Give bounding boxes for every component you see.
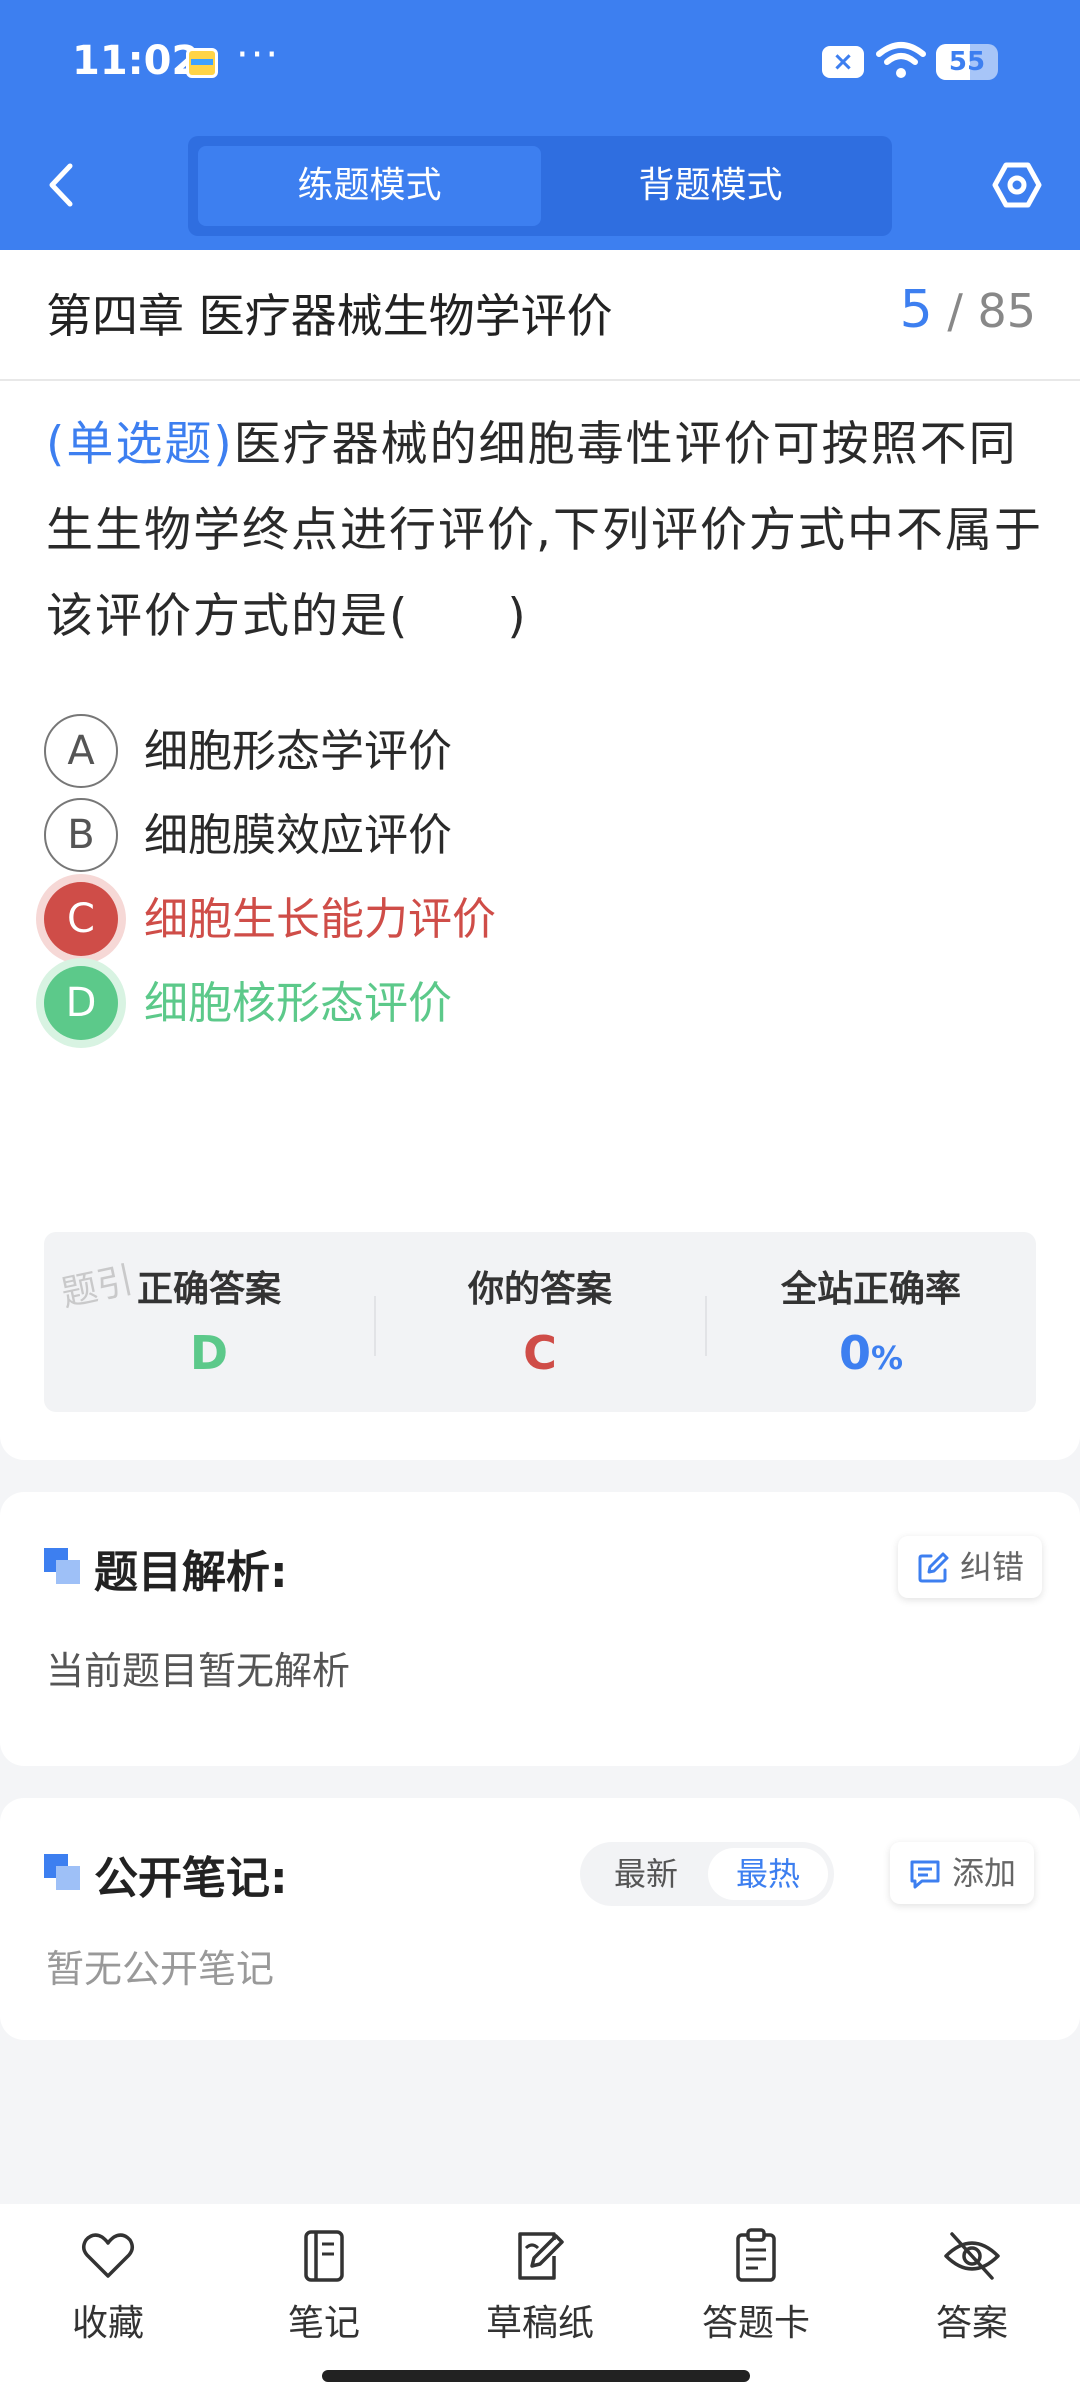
answer-sheet-icon <box>736 2228 776 2282</box>
analysis-title: 题目解析: <box>94 1547 288 1598</box>
notes-sort-toggle: 最新 最热 <box>580 1842 834 1906</box>
site-accuracy-value: 0% <box>838 1326 904 1380</box>
notes-card: 公开笔记: 最新 最热 添加 暂无公开笔记 <box>0 1798 1080 2040</box>
option-letter: D <box>44 966 118 1040</box>
eye-off-icon <box>944 2232 1000 2280</box>
option-c[interactable]: C 细胞生长能力评价 <box>44 882 1024 958</box>
your-answer-value: C <box>523 1326 557 1380</box>
home-indicator[interactable] <box>322 2370 750 2382</box>
option-text: 细胞生长能力评价 <box>144 894 496 945</box>
notes-title: 公开笔记: <box>94 1853 288 1904</box>
tab-memorize-mode[interactable]: 背题模式 <box>539 146 882 226</box>
section-icon <box>44 1854 82 1892</box>
option-d[interactable]: D 细胞核形态评价 <box>44 966 1024 1042</box>
site-accuracy-label: 全站正确率 <box>780 1269 961 1310</box>
no-sim-icon: × <box>822 46 864 78</box>
question-card: 第四章 医疗器械生物学评价 5 / 85 (单选题)医疗器械的细胞毒性评价可按照… <box>0 250 1080 1460</box>
nav-answer[interactable]: 答案 <box>872 2226 1072 2346</box>
option-letter: A <box>44 714 118 788</box>
notebook-icon <box>304 2230 344 2282</box>
nav-favorite[interactable]: 收藏 <box>8 2226 208 2346</box>
nav-notes[interactable]: 笔记 <box>224 2226 424 2346</box>
correct-answer-value: D <box>189 1326 229 1380</box>
status-more-dots: ··· <box>236 32 281 78</box>
status-bar: 11:02 ··· × 55 <box>0 0 1080 125</box>
option-text: 细胞膜效应评价 <box>144 810 452 861</box>
report-error-button[interactable]: 纠错 <box>898 1536 1043 1598</box>
sort-latest[interactable]: 最新 <box>586 1848 706 1900</box>
option-letter: C <box>44 882 118 956</box>
edit-icon <box>918 1552 949 1583</box>
progress-separator: / <box>947 284 963 338</box>
your-answer-label: 你的答案 <box>467 1269 612 1310</box>
option-b[interactable]: B 细胞膜效应评价 <box>44 798 1024 874</box>
settings-icon[interactable] <box>992 160 1042 210</box>
battery-level: 55 <box>948 47 986 77</box>
top-header: 11:02 ··· × 55 练题模式 背题模式 <box>0 0 1080 250</box>
sort-hottest[interactable]: 最热 <box>708 1848 828 1900</box>
status-time: 11:02 <box>72 38 200 84</box>
heart-icon <box>82 2233 134 2278</box>
question-progress: 5 / 85 <box>900 280 1036 340</box>
your-answer: 你的答案 C <box>375 1232 705 1412</box>
tab-practice-mode[interactable]: 练题模式 <box>198 146 541 226</box>
option-letter: B <box>44 798 118 872</box>
question-type: (单选题) <box>46 417 234 472</box>
wifi-icon <box>876 42 926 78</box>
total-questions: 85 <box>977 284 1036 338</box>
current-question-number: 5 <box>899 280 933 340</box>
chapter-title: 第四章 医疗器械生物学评价 <box>46 289 613 343</box>
comment-icon <box>910 1860 940 1889</box>
option-text: 细胞形态学评价 <box>144 726 452 777</box>
notes-empty-text: 暂无公开笔记 <box>46 1947 275 1991</box>
divider <box>0 379 1080 381</box>
add-note-button[interactable]: 添加 <box>890 1842 1035 1904</box>
mode-switch: 练题模式 背题模式 <box>188 136 892 236</box>
nav-answer-sheet[interactable]: 答题卡 <box>656 2226 856 2346</box>
site-accuracy: 全站正确率 0% <box>706 1232 1036 1412</box>
answer-summary: 正确答案 D 你的答案 C 全站正确率 0% <box>44 1232 1036 1412</box>
option-a[interactable]: A 细胞形态学评价 <box>44 714 1024 790</box>
section-icon <box>44 1548 82 1586</box>
back-icon[interactable] <box>42 160 82 210</box>
battery-icon: 55 <box>936 44 998 80</box>
option-text: 细胞核形态评价 <box>144 978 452 1029</box>
draft-icon <box>518 2232 564 2280</box>
analysis-card: 题目解析: 纠错 当前题目暂无解析 <box>0 1492 1080 1766</box>
nav-draft-paper[interactable]: 草稿纸 <box>440 2226 640 2346</box>
question-text: (单选题)医疗器械的细胞毒性评价可按照不同生生物学终点进行评价,下列评价方式中不… <box>46 402 1046 660</box>
wallet-icon <box>186 48 218 78</box>
analysis-body: 当前题目暂无解析 <box>46 1649 351 1693</box>
